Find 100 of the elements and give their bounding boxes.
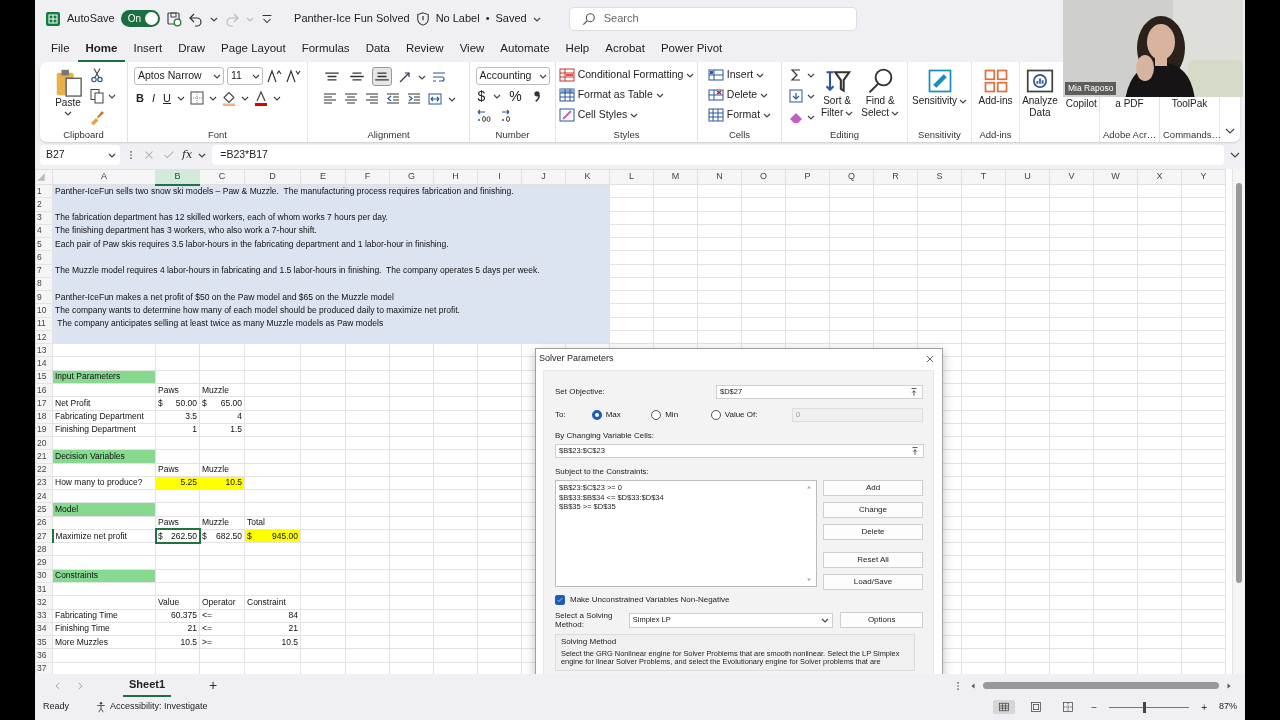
caret-icon[interactable] bbox=[655, 91, 664, 99]
percent-button[interactable]: % bbox=[507, 88, 524, 104]
font-size-field[interactable]: 11 bbox=[227, 67, 263, 85]
dialog-button[interactable]: Delete bbox=[823, 524, 923, 540]
scroll-right-icon[interactable] bbox=[1225, 681, 1233, 690]
ribbon-button[interactable]: Add-ins bbox=[976, 65, 1015, 109]
caret-icon[interactable] bbox=[493, 92, 502, 100]
column-header[interactable]: E bbox=[300, 169, 346, 185]
caret-icon[interactable] bbox=[252, 72, 260, 80]
caret-icon[interactable] bbox=[213, 72, 221, 80]
align-right-icon[interactable] bbox=[363, 91, 380, 107]
cell-number[interactable]: 84 bbox=[244, 609, 301, 623]
menu-tab[interactable]: Review bbox=[397, 36, 452, 63]
caret-icon[interactable] bbox=[64, 109, 72, 117]
cell-number[interactable]: 60.375 bbox=[155, 609, 200, 623]
ribbon-button[interactable]: a PDF bbox=[1113, 98, 1146, 112]
currency-value[interactable]: $ 262.50 bbox=[155, 529, 200, 543]
column-header[interactable]: C bbox=[199, 169, 245, 185]
caret-icon[interactable] bbox=[272, 94, 281, 102]
cell-text[interactable]: Muzzle bbox=[199, 516, 245, 530]
menu-tab[interactable]: File bbox=[43, 36, 78, 63]
menu-tab[interactable]: Formulas bbox=[293, 36, 358, 63]
cell-text[interactable]: Finishing Time bbox=[52, 622, 156, 636]
cell-text[interactable]: Finishing Department bbox=[52, 423, 156, 437]
cell-text[interactable]: Muzzle bbox=[199, 463, 245, 477]
ribbon-button[interactable]: Sort & Filter bbox=[819, 65, 856, 121]
column-header[interactable]: W bbox=[1093, 169, 1138, 185]
save-status[interactable]: Saved bbox=[495, 10, 527, 27]
cell-number[interactable]: 3.5 bbox=[155, 410, 200, 424]
column-header[interactable]: V bbox=[1049, 169, 1094, 185]
menu-tab[interactable]: View bbox=[451, 36, 493, 63]
column-header[interactable]: B bbox=[155, 169, 200, 185]
cell-text[interactable]: Fabricating Department bbox=[52, 410, 156, 424]
checkbox-label[interactable]: Make Unconstrained Variables Non-Negative bbox=[570, 594, 730, 606]
increase-indent-icon[interactable] bbox=[405, 91, 422, 107]
dialog-button[interactable]: Add bbox=[823, 480, 923, 496]
underline-button[interactable]: U bbox=[161, 90, 173, 106]
caret-icon[interactable] bbox=[959, 97, 967, 105]
caret-icon[interactable] bbox=[240, 94, 249, 102]
horizontal-scrollbar[interactable] bbox=[983, 682, 1219, 689]
caret-icon[interactable] bbox=[821, 616, 830, 624]
insert-function-button[interactable]: fx bbox=[182, 146, 193, 164]
column-header[interactable]: A bbox=[52, 169, 156, 185]
caret-icon[interactable] bbox=[447, 95, 456, 103]
menu-tab[interactable]: Draw bbox=[170, 36, 214, 63]
view-button[interactable] bbox=[993, 700, 1016, 714]
align-center-icon[interactable] bbox=[342, 91, 359, 107]
cell-text[interactable]: <= bbox=[199, 622, 245, 636]
column-header[interactable]: S bbox=[917, 169, 962, 185]
column-header[interactable]: D bbox=[244, 169, 301, 185]
column-header[interactable]: R bbox=[873, 169, 918, 185]
cell-number[interactable]: 21 bbox=[244, 622, 301, 636]
column-header[interactable]: F bbox=[345, 169, 390, 185]
caret-icon[interactable] bbox=[208, 94, 217, 102]
column-header[interactable]: J bbox=[521, 169, 566, 185]
column-header[interactable]: Q bbox=[829, 169, 874, 185]
cell-text[interactable]: Constraint bbox=[244, 595, 301, 609]
save-icon[interactable] bbox=[166, 10, 183, 27]
cell-number[interactable]: 4 bbox=[199, 410, 245, 424]
cell-number[interactable]: 10.5 bbox=[244, 635, 301, 649]
paste-button[interactable]: Paste bbox=[51, 65, 85, 119]
autosave-toggle[interactable]: On bbox=[120, 10, 161, 27]
cut-icon[interactable] bbox=[89, 67, 105, 83]
cell-text[interactable]: Fabricating Time bbox=[52, 609, 156, 623]
ribbon-button[interactable]: Conditional Formatting bbox=[558, 67, 695, 83]
column-header[interactable]: U bbox=[1005, 169, 1050, 185]
column-header[interactable]: P bbox=[785, 169, 830, 185]
cell-text[interactable]: Operator bbox=[199, 595, 245, 609]
dialog-button[interactable]: Load/Save bbox=[823, 574, 923, 590]
number-format-field[interactable]: Accounting bbox=[475, 67, 550, 85]
column-header[interactable]: T bbox=[961, 169, 1006, 185]
cell-text[interactable]: Value bbox=[155, 595, 200, 609]
italic-button[interactable]: I bbox=[149, 90, 157, 106]
caret-icon[interactable] bbox=[807, 71, 815, 79]
currency-value[interactable]: $ 682.50 bbox=[199, 529, 245, 543]
options-button[interactable]: Options bbox=[840, 612, 923, 628]
caret-icon[interactable] bbox=[176, 94, 185, 102]
vertical-scrollbar[interactable] bbox=[1232, 169, 1245, 674]
menu-tab[interactable]: Insert bbox=[125, 36, 171, 63]
fill-color-icon[interactable] bbox=[220, 90, 237, 106]
cell-text[interactable]: >= bbox=[199, 635, 245, 649]
scroll-left-icon[interactable] bbox=[969, 681, 977, 690]
align-left-icon[interactable] bbox=[321, 91, 338, 107]
caret-icon[interactable] bbox=[756, 71, 765, 79]
dialog-button[interactable]: Change bbox=[823, 502, 923, 518]
upload-arrow-icon[interactable] bbox=[910, 446, 920, 456]
expand-icon[interactable] bbox=[1230, 150, 1240, 160]
cell-text[interactable]: More Muzzles bbox=[52, 635, 156, 649]
vertical-align-button[interactable] bbox=[371, 67, 392, 86]
column-header[interactable]: L bbox=[609, 169, 654, 185]
zoom-level[interactable]: 87% bbox=[1219, 700, 1237, 714]
format-painter-icon[interactable] bbox=[89, 109, 105, 125]
cell-text[interactable]: <= bbox=[199, 609, 245, 623]
caret-icon[interactable] bbox=[538, 72, 547, 80]
currency-value[interactable]: $ 65.00 bbox=[199, 396, 245, 410]
name-box[interactable]: B27 bbox=[40, 145, 120, 165]
cell-text[interactable]: Maximize net profit bbox=[52, 529, 156, 543]
menu-tab[interactable]: Acrobat bbox=[597, 36, 653, 63]
caret-icon[interactable] bbox=[845, 109, 854, 117]
cell-text[interactable]: Paws bbox=[155, 463, 200, 477]
